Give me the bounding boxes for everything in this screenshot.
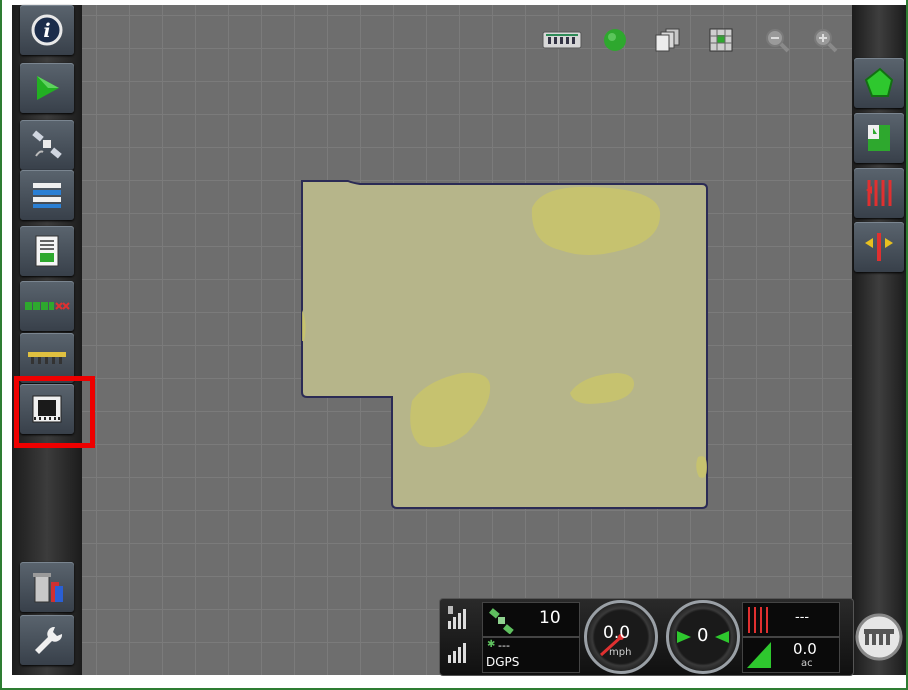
speed-unit: mph — [609, 647, 632, 658]
wrench-icon — [35, 626, 63, 654]
area-unit: ac — [801, 658, 813, 669]
gps-mode: DGPS — [486, 655, 520, 669]
implement-status-button[interactable] — [852, 602, 906, 672]
area-wedge-icon — [747, 642, 771, 668]
svg-text:i: i — [43, 20, 50, 42]
shift-arrows-icon — [865, 233, 893, 261]
rate-value: --- — [795, 610, 810, 625]
heading-value: 0 — [697, 625, 709, 646]
boundary-button[interactable] — [854, 113, 904, 163]
area-value: 0.0 — [793, 640, 817, 658]
shift-button[interactable] — [854, 222, 904, 272]
trash-button[interactable] — [20, 562, 74, 612]
pages-icon[interactable] — [652, 25, 682, 55]
implement-icon — [28, 352, 66, 364]
implement-sections-icon — [855, 613, 903, 661]
implement-icon[interactable] — [540, 25, 584, 55]
info-icon: i — [31, 14, 63, 46]
signal-icon — [448, 606, 466, 629]
status-bar: 10 ✱ --- DGPS 0.0 mph 0 --- 0.0 ac — [439, 598, 854, 676]
status-led-icon — [600, 25, 630, 55]
gps-button[interactable] — [20, 120, 74, 170]
rows-icon — [866, 180, 892, 206]
info-button[interactable]: i — [20, 5, 74, 55]
highlight-box — [14, 376, 95, 448]
area-panel[interactable]: 0.0 ac — [742, 637, 840, 673]
rows-button[interactable] — [854, 168, 904, 218]
satellite-count: 10 — [539, 608, 561, 628]
layers-button[interactable] — [20, 170, 74, 220]
correction-icon: ✱ — [487, 639, 496, 650]
zoom-out-icon[interactable] — [762, 25, 792, 55]
satellite-panel[interactable]: 10 — [482, 602, 580, 637]
grid-view-icon[interactable] — [706, 25, 736, 55]
field-button[interactable] — [854, 58, 904, 108]
field-icon — [864, 67, 894, 97]
gps-mode-panel[interactable]: ✱ --- DGPS — [482, 637, 580, 673]
guidance-button[interactable] — [20, 63, 74, 113]
satellite-icon — [489, 608, 514, 634]
speed-gauge[interactable]: 0.0 mph — [584, 600, 658, 674]
rate-panel[interactable]: --- — [742, 602, 840, 637]
trash-icon — [33, 573, 63, 603]
field-boundary-icon — [868, 125, 890, 151]
settings-button[interactable] — [20, 615, 74, 665]
signal-icon — [448, 643, 466, 663]
satellite-icon — [32, 130, 62, 159]
heading-gauge[interactable]: 0 — [666, 600, 740, 674]
sections-icon — [25, 302, 70, 310]
map-view[interactable] — [82, 5, 852, 675]
zoom-in-icon[interactable] — [810, 25, 840, 55]
speed-value: 0.0 — [603, 623, 631, 643]
rows-icon — [748, 607, 768, 633]
document-icon — [35, 235, 59, 267]
correction-value: --- — [498, 639, 510, 652]
play-arrow-icon — [37, 76, 59, 100]
field-map — [301, 180, 708, 509]
report-button[interactable] — [20, 226, 74, 276]
app-window: i 10 ✱ --- DGPS 0.0 mph 0 --- 0.0 ac — [0, 0, 908, 690]
bars-list-icon — [33, 183, 61, 208]
section-control-button[interactable] — [20, 281, 74, 331]
